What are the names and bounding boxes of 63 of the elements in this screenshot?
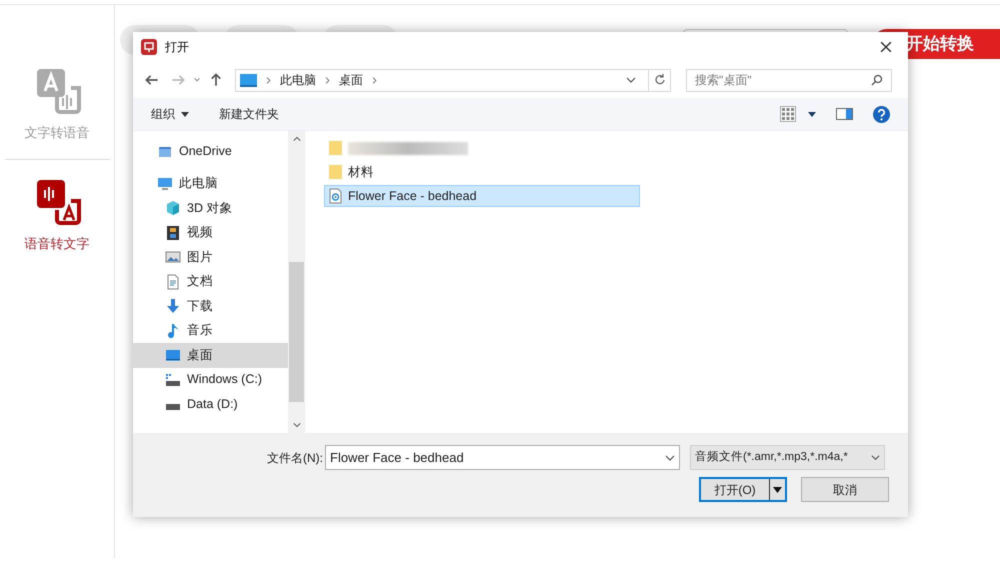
search-icon (871, 74, 883, 86)
dropdown-caret-icon (626, 75, 636, 85)
chevron-icon (265, 76, 272, 84)
filename-field[interactable]: Flower Face - bedhead (325, 445, 680, 470)
preview-pane-icon[interactable] (836, 108, 853, 120)
desktop-icon (165, 347, 181, 364)
chevron-icon (371, 76, 378, 84)
scrollbar[interactable] (288, 131, 305, 433)
view-grid-icon[interactable] (780, 106, 796, 122)
nav-item[interactable]: 图片 (133, 245, 288, 270)
nav-item[interactable]: Data (D:) (133, 392, 288, 416)
organize-button[interactable]: 组织 (151, 105, 189, 123)
file-item[interactable]: 材料 (324, 161, 640, 183)
nav-item[interactable]: 视频 (133, 220, 288, 245)
dropdown-caret-icon (871, 453, 880, 462)
nav-item[interactable]: 此电脑 (133, 172, 288, 196)
folder-icon (329, 164, 342, 180)
open-button[interactable]: 打开(O) (699, 477, 787, 502)
caret-icon (193, 76, 201, 84)
help-icon[interactable] (873, 106, 890, 122)
breadcrumb-item[interactable]: 此电脑 (280, 71, 316, 89)
new-folder-button[interactable]: 新建文件夹 (219, 105, 279, 123)
document-icon (165, 274, 181, 290)
forward-arrow-icon (171, 73, 185, 87)
film-icon (165, 224, 181, 241)
nav-item[interactable]: 文档 (133, 270, 288, 294)
nav-item[interactable]: Windows (C:) (133, 368, 288, 392)
drive-icon (165, 372, 181, 388)
address-bar[interactable]: 此电脑 桌面 (235, 68, 671, 92)
filename-label: 文件名(N): (267, 450, 323, 466)
up-arrow-icon (209, 73, 223, 87)
scroll-down-icon (292, 421, 300, 429)
close-icon (880, 41, 892, 53)
file-item[interactable]: Flower Face - bedhead (324, 185, 640, 207)
audio-file-icon (329, 188, 342, 204)
nav-item[interactable]: 下载 (133, 294, 288, 318)
chevron-icon (324, 76, 331, 84)
nav-item[interactable]: 3D 对象 (133, 196, 288, 220)
cancel-button[interactable]: 取消 (801, 477, 889, 502)
search-field[interactable]: 搜索"桌面" (686, 68, 892, 92)
folder-icon (329, 140, 342, 156)
nav-item[interactable]: 音乐 (133, 318, 288, 343)
caret-icon[interactable] (808, 112, 816, 116)
computer-icon (240, 74, 257, 86)
down-arrow-icon (165, 298, 181, 314)
caret-icon (773, 486, 782, 492)
nav-item[interactable]: OneDrive (133, 139, 288, 164)
file-type-dropdown[interactable]: 音频文件(*.amr,*.mp3,*.m4a,* (690, 445, 885, 470)
sidebar-item[interactable]: 语音转文字 (4, 176, 110, 269)
nav-item[interactable]: 桌面 (133, 343, 288, 368)
caret-icon (181, 112, 189, 116)
drive-icon (165, 404, 181, 410)
computer-icon (157, 176, 173, 192)
dropdown-caret-icon (665, 452, 675, 462)
breadcrumb-item[interactable]: 桌面 (339, 71, 363, 89)
scrollbar-thumb[interactable] (289, 262, 304, 402)
scroll-up-icon (292, 135, 300, 143)
cube-icon (165, 200, 181, 216)
back-arrow-icon (145, 73, 159, 87)
refresh-icon[interactable] (654, 74, 666, 86)
dialog-title: 打开 (165, 39, 189, 56)
app-icon (141, 39, 157, 55)
picture-icon (165, 249, 181, 266)
